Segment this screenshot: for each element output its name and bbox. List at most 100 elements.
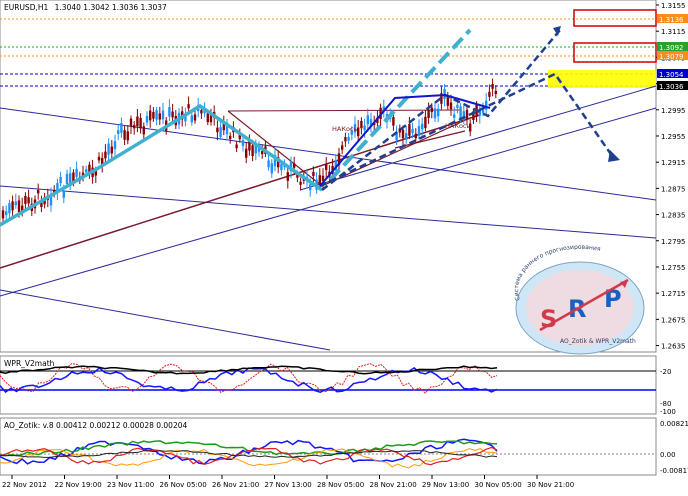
candle-body <box>200 110 203 114</box>
candle-body <box>113 141 117 149</box>
time-axis: 22 Nov 2012 22 Nov 19:00 23 Nov 11:00 26 No… <box>2 475 574 489</box>
candle-body <box>85 169 88 173</box>
candle-body <box>325 164 328 171</box>
level-label-text: 1.3092 <box>659 44 684 52</box>
candle-body <box>229 135 232 140</box>
candle-body <box>437 108 440 117</box>
candle-body <box>341 145 344 150</box>
candle-body <box>126 131 129 141</box>
candle-body <box>347 136 350 141</box>
candle-body <box>206 113 209 123</box>
ohlc-values: 1.3040 1.3042 1.3036 1.3037 <box>55 3 167 12</box>
price-tick-label: 1.2835 <box>661 212 686 220</box>
candle-body <box>456 104 459 108</box>
candle-body <box>286 172 289 181</box>
wpr-scale-label: -80 <box>660 400 671 408</box>
candle-body <box>14 201 17 206</box>
chart-canvas: НАКось НАКось EURUSD,H1 1.3040 1.3042 1.… <box>0 0 688 489</box>
candle-body <box>145 115 149 123</box>
price-tick-label: 1.2915 <box>661 159 686 167</box>
candle-body <box>219 127 222 137</box>
candle-body <box>190 115 193 123</box>
ao-scale-label: 0.00821 <box>660 420 688 428</box>
candle-body <box>193 114 197 121</box>
time-tick-label: 26 Nov 05:00 <box>160 481 207 489</box>
time-tick-label: 22 Nov 2012 <box>2 481 47 489</box>
candle-body <box>427 109 430 119</box>
candle-body <box>430 107 433 113</box>
candle-body <box>120 123 123 133</box>
candle-body <box>59 176 62 184</box>
ao-scale-label: -0.00817 <box>660 467 688 475</box>
candle-body <box>62 190 65 198</box>
candle-body <box>161 110 165 120</box>
candle-body <box>142 126 145 135</box>
candle-body <box>421 123 424 130</box>
candle-body <box>110 146 113 154</box>
candle-body <box>97 156 101 161</box>
ao-scale-label: 0.00 <box>660 451 676 459</box>
candle-body <box>293 163 296 168</box>
candle-body <box>241 140 245 146</box>
candle-body <box>65 173 69 185</box>
candle-body <box>139 117 142 129</box>
candle-body <box>449 102 453 110</box>
candle-body <box>8 203 11 214</box>
candle-body <box>27 197 30 204</box>
pattern-label: НАКось <box>332 125 357 133</box>
candle-body <box>1 210 5 219</box>
candle-body <box>408 124 411 136</box>
candle-body <box>363 125 366 131</box>
candle-body <box>149 110 152 121</box>
candle-body <box>414 133 417 139</box>
candle-body <box>280 164 283 171</box>
price-tick-label: 1.2995 <box>661 107 686 115</box>
candle-body <box>312 171 315 177</box>
candle-body <box>424 116 427 129</box>
candle-body <box>411 129 414 134</box>
price-tick-label: 1.2755 <box>661 264 686 272</box>
candle-body <box>235 144 238 149</box>
price-tick-label: 1.3155 <box>661 2 686 10</box>
time-tick-label: 26 Nov 21:00 <box>212 481 259 489</box>
candle-body <box>104 151 107 159</box>
candle-body <box>267 160 270 168</box>
chart-window: НАКось НАКось EURUSD,H1 1.3040 1.3042 1.… <box>0 0 688 492</box>
candle-body <box>171 111 174 118</box>
candle-body <box>261 151 264 155</box>
candle-body <box>129 118 133 127</box>
wpr-title: WPR_V2math <box>4 359 55 368</box>
candle-body <box>251 145 254 157</box>
time-tick-label: 29 Nov 13:00 <box>422 481 469 489</box>
candle-body <box>69 173 72 183</box>
time-tick-label: 23 Nov 11:00 <box>107 481 154 489</box>
level-price-labels: 1.3136 1.30921.3079 1.3054 1.3036 <box>657 14 688 91</box>
pattern-label: НАКось <box>445 122 470 130</box>
price-tick-label: 1.2635 <box>661 343 686 351</box>
level-label-text: 1.3136 <box>659 16 684 24</box>
candle-body <box>465 109 469 120</box>
time-tick-label: 28 Nov 21:00 <box>370 481 417 489</box>
candle-body <box>488 91 491 97</box>
candle-body <box>245 148 248 158</box>
candle-body <box>168 107 171 117</box>
candle-body <box>75 168 78 177</box>
candle-body <box>17 200 21 213</box>
candle-body <box>155 110 158 120</box>
candle-body <box>392 117 395 126</box>
candle-body <box>136 116 139 127</box>
candle-body <box>405 133 408 140</box>
candle-body <box>446 97 449 106</box>
candle-body <box>459 106 462 119</box>
candle-body <box>299 181 302 185</box>
candle-body <box>494 90 497 94</box>
candle-body <box>11 201 14 211</box>
level-label-text: 1.3054 <box>659 71 684 79</box>
wpr-panel[interactable] <box>0 355 657 415</box>
candle-body <box>417 125 421 136</box>
candle-body <box>357 127 360 137</box>
time-tick-label: 28 Nov 05:00 <box>317 481 364 489</box>
wpr-scale-label: -100 <box>660 408 676 416</box>
current-price-zone[interactable] <box>548 70 656 88</box>
candle-body <box>433 108 437 119</box>
